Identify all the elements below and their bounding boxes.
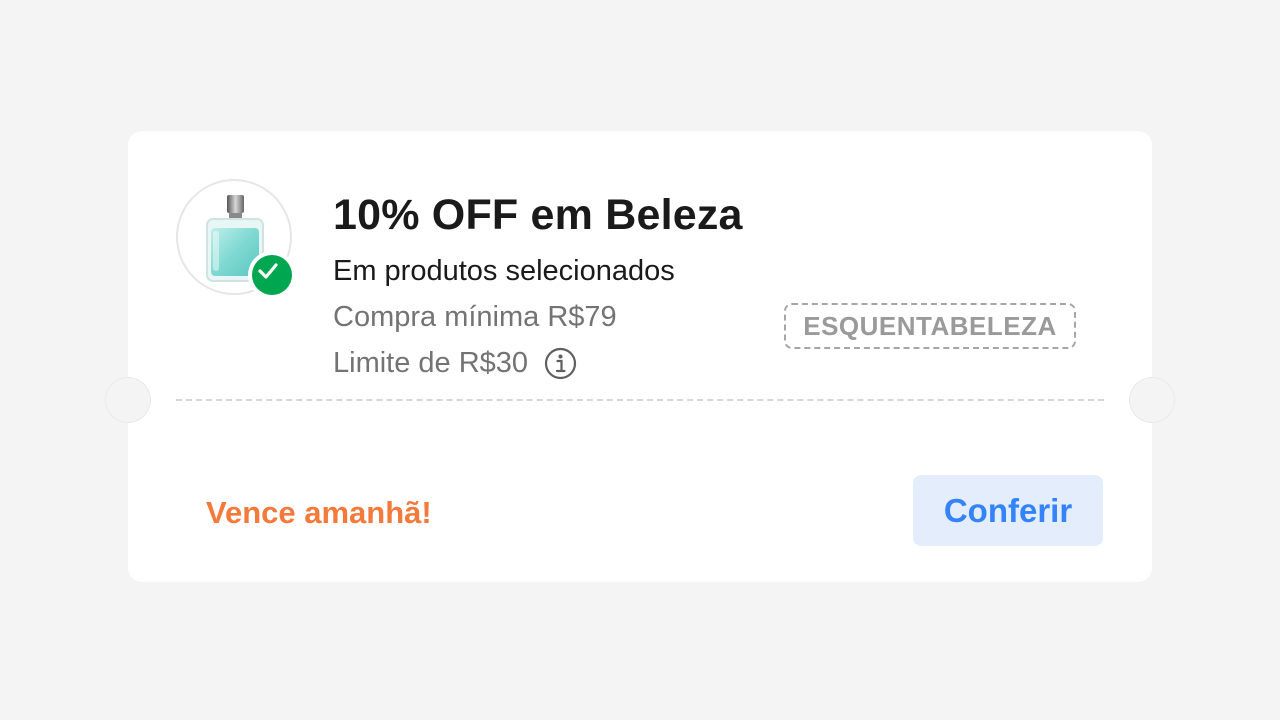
coupon-code[interactable]: ESQUENTABELEZA — [784, 303, 1076, 349]
expiry-label: Vence amanhã! — [206, 495, 432, 530]
conferir-button[interactable]: Conferir — [913, 475, 1103, 546]
discount-limit: Limite de R$30 — [333, 346, 529, 379]
ticket-notch-left — [105, 377, 151, 423]
coupon-title: 10% OFF em Beleza — [333, 191, 743, 239]
info-icon[interactable] — [544, 347, 577, 380]
selected-badge — [248, 251, 296, 299]
minimum-purchase: Compra mínima R$79 — [333, 301, 617, 333]
coupon-card: 10% OFF em Beleza Em produtos selecionad… — [128, 131, 1152, 582]
dashed-divider — [176, 399, 1104, 401]
discount-limit-row: Limite de R$30 — [333, 345, 577, 381]
ticket-notch-right — [1129, 377, 1175, 423]
check-icon — [258, 263, 278, 279]
coupon-subtitle: Em produtos selecionados — [333, 255, 675, 287]
